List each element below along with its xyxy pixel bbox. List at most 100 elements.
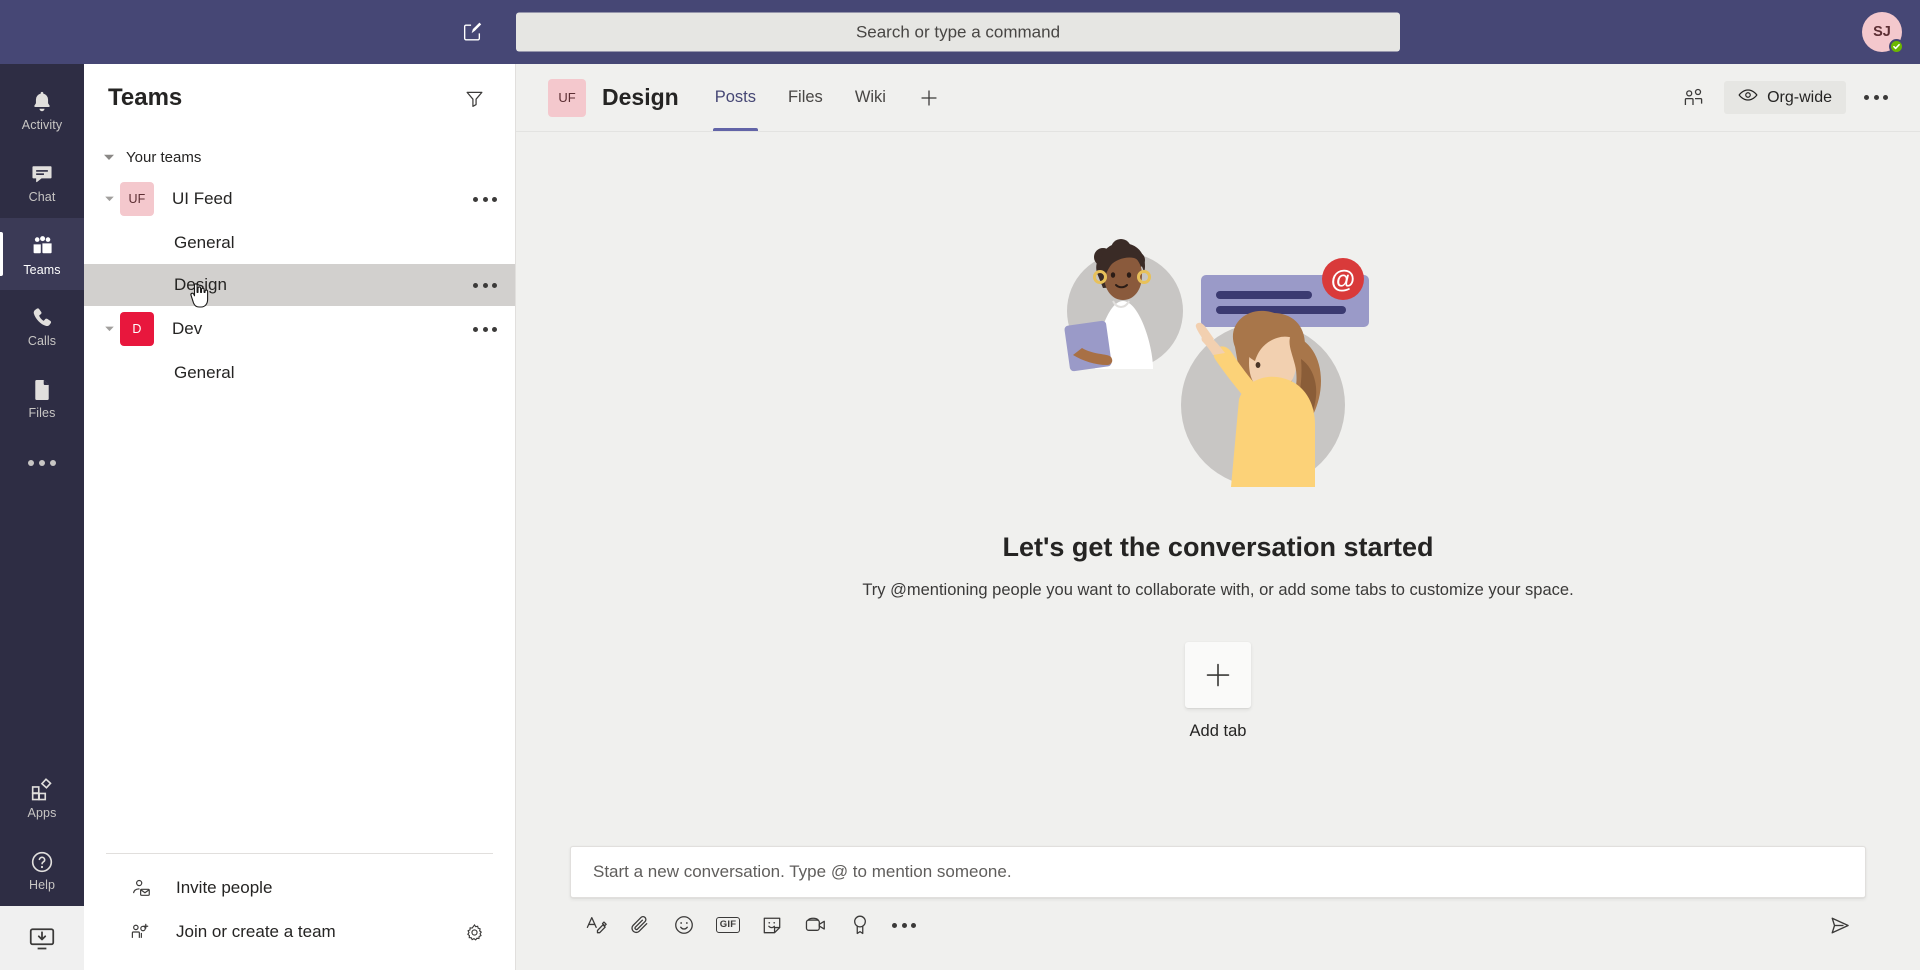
join-or-create-team-label: Join or create a team [176,922,336,941]
message-input[interactable] [593,862,1843,882]
channel-row-dev-general[interactable]: General [84,352,515,394]
sticker-icon[interactable] [750,903,794,947]
channel-header-actions: Org-wide [1676,80,1894,116]
download-desktop-app-icon[interactable] [0,906,84,970]
search-input[interactable] [516,12,1400,52]
team-avatar: UF [120,182,154,216]
sidebar-more-apps-button[interactable] [0,434,84,492]
two-people-mention-illustration: @ [1053,227,1383,502]
channel-row-design[interactable]: Design [84,264,515,308]
sidebar-item-help[interactable]: Help [0,834,84,906]
send-paper-plane-icon[interactable] [1816,903,1862,947]
sidebar-item-label: Activity [21,117,63,132]
sidebar-item-apps[interactable]: Apps [0,762,84,834]
svg-text:@: @ [1331,266,1355,294]
org-wide-label: Org-wide [1767,88,1832,106]
team-avatar-initials: UF [128,192,146,206]
plus-icon[interactable] [1185,642,1251,708]
channel-tabs: Posts Files Wiki [701,64,954,131]
sidebar-item-files[interactable]: Files [0,362,84,434]
join-or-create-team-button[interactable]: Join or create a team [106,910,493,954]
empty-state: @ Let's get the conversation started Try… [516,132,1920,846]
sidebar-item-teams[interactable]: Teams [0,218,84,290]
channel-name: General [174,363,235,382]
team-avatar: D [120,312,154,346]
presence-available-badge [1889,39,1904,54]
add-tab-button[interactable]: Add tab [1185,642,1251,741]
sidebar-item-label: Chat [28,189,56,204]
person-mail-icon [128,877,154,899]
sidebar-item-label: Help [28,877,56,892]
team-more-options-icon[interactable] [473,326,497,332]
app-body: Activity Chat Teams Calls Files Apps Hel… [0,64,1920,970]
emoji-smiley-icon[interactable] [662,903,706,947]
chevron-down-icon[interactable] [100,326,118,332]
meet-now-video-icon[interactable] [794,903,838,947]
sidebar-item-chat[interactable]: Chat [0,146,84,218]
sidebar-item-calls[interactable]: Calls [0,290,84,362]
channel-more-options-button[interactable] [1858,80,1894,116]
format-text-icon[interactable] [574,903,618,947]
top-bar: SJ [0,0,1920,64]
channel-row-general[interactable]: General [84,222,515,264]
sidebar-item-label: Teams [23,262,61,277]
team-row-ui-feed[interactable]: UF UI Feed [84,176,515,222]
empty-state-title: Let's get the conversation started [1002,532,1434,562]
tab-files[interactable]: Files [774,64,837,131]
team-row-dev[interactable]: D Dev [84,306,515,352]
main-content: UF Design Posts Files Wiki Org-wide @ Le… [516,64,1920,970]
channel-team-avatar: UF [548,78,586,117]
channel-more-options-icon[interactable] [473,282,497,288]
invite-people-label: Invite people [176,878,273,897]
empty-state-subtitle: Try @mentioning people you want to colla… [862,581,1574,599]
gif-label: GIF [715,916,741,934]
eye-icon [1738,88,1758,107]
your-teams-group-header[interactable]: Your teams [84,138,515,176]
avatar-initials: SJ [1873,24,1891,40]
more-horizontal-dots [892,922,916,928]
more-options-icon[interactable] [882,903,926,947]
teams-panel: Teams Your teams UF UI Feed General Desi… [84,64,516,970]
more-horizontal-icon [1864,95,1888,100]
app-rail: Activity Chat Teams Calls Files Apps Hel… [0,64,84,970]
tab-label: Posts [714,88,756,106]
chevron-down-icon [100,154,118,161]
more-horizontal-icon [28,460,56,466]
sidebar-item-label: Calls [27,333,57,348]
tab-posts[interactable]: Posts [701,64,770,131]
teams-list: Your teams UF UI Feed General Design D D… [84,132,515,853]
compose-area: GIF [516,846,1920,970]
status-badge[interactable]: Org-wide [1724,81,1846,114]
team-name: Dev [172,319,203,338]
add-tab-label: Add tab [1189,722,1247,740]
compose-toolbar: GIF [570,898,1866,952]
person-add-icon [128,921,154,943]
compose-pencil-icon[interactable] [455,15,489,49]
gear-icon[interactable] [459,917,489,947]
add-tab-plus-icon[interactable] [904,64,954,131]
chevron-down-icon[interactable] [100,196,118,202]
channel-team-avatar-initials: UF [558,90,576,105]
filter-funnel-icon[interactable] [457,81,491,115]
tab-wiki[interactable]: Wiki [841,64,900,131]
sidebar-item-label: Apps [27,805,57,820]
invite-people-button[interactable]: Invite people [106,866,493,910]
tab-label: Wiki [854,88,886,106]
praise-award-icon[interactable] [838,903,882,947]
teams-app-window: SJ Activity Ch [0,0,1920,970]
team-avatar-initials: D [132,322,142,336]
channel-header: UF Design Posts Files Wiki Org-wide [516,64,1920,132]
your-teams-label: Your teams [126,148,202,166]
attach-paperclip-icon[interactable] [618,903,662,947]
people-team-icon[interactable] [1676,80,1712,116]
search-bar[interactable] [516,12,1400,52]
page-title: Teams [108,84,183,111]
team-more-options-icon[interactable] [473,196,497,202]
compose-box[interactable] [570,846,1866,898]
teams-panel-footer: Invite people Join or create a team [106,853,493,970]
team-name: UI Feed [172,189,233,208]
channel-name: Design [174,275,227,294]
teams-panel-header: Teams [84,64,515,132]
sidebar-item-activity[interactable]: Activity [0,74,84,146]
gif-icon[interactable]: GIF [706,903,750,947]
